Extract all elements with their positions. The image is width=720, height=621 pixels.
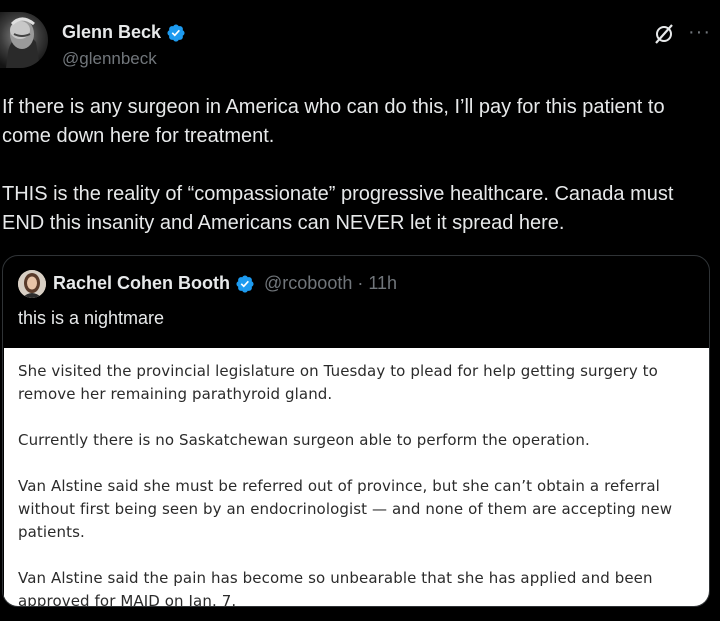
article-paragraph: Van Alstine said the pain has become so … bbox=[18, 569, 653, 607]
verified-badge-icon bbox=[167, 23, 185, 42]
author-name[interactable]: Glenn Beck bbox=[62, 22, 161, 43]
quote-text: this is a nightmare bbox=[18, 308, 165, 328]
article-screenshot[interactable]: She visited the provincial legislature o… bbox=[4, 348, 709, 607]
tweet-text: If there is any surgeon in America who c… bbox=[2, 96, 674, 234]
quote-author-avatar[interactable] bbox=[18, 270, 46, 298]
quote-author-handle[interactable]: @rcobooth bbox=[264, 273, 352, 294]
quoted-tweet[interactable]: Rachel Cohen Booth @rcobooth · 11h this … bbox=[2, 255, 710, 607]
article-paragraph: She visited the provincial legislature o… bbox=[18, 362, 658, 403]
quote-timestamp[interactable]: · 11h bbox=[357, 273, 397, 294]
article-paragraph: Currently there is no Saskatchewan surge… bbox=[18, 431, 590, 449]
tweet-header: Glenn Beck @glennbeck ··· bbox=[0, 0, 720, 80]
author-handle[interactable]: @glennbeck bbox=[62, 49, 157, 69]
author-avatar[interactable] bbox=[0, 12, 48, 68]
article-paragraph: Van Alstine said she must be referred ou… bbox=[18, 477, 673, 541]
more-icon[interactable]: ··· bbox=[688, 22, 711, 42]
quote-author-name[interactable]: Rachel Cohen Booth bbox=[53, 273, 230, 294]
grok-icon[interactable] bbox=[652, 22, 676, 46]
verified-badge-icon bbox=[236, 274, 254, 293]
